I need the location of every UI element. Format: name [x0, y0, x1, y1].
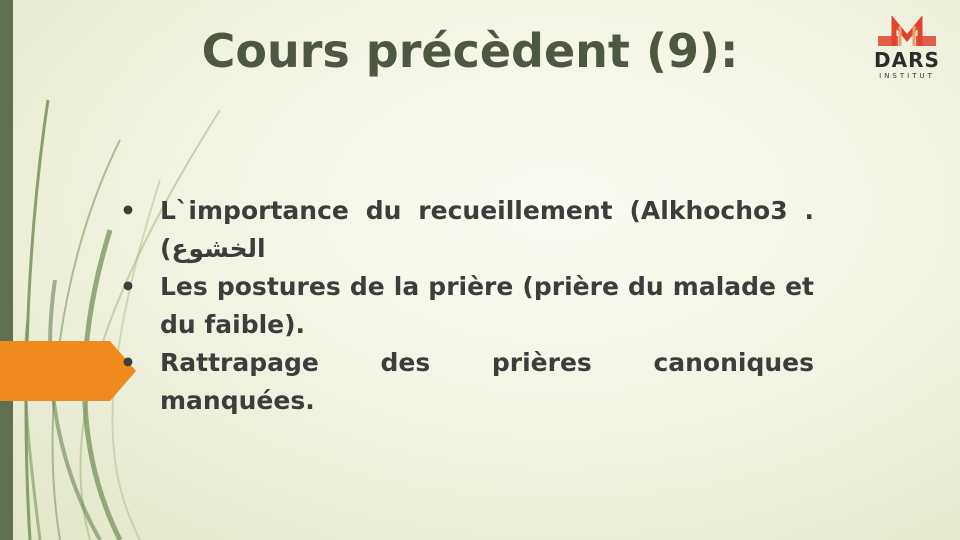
bullet-text: L`importance du recueillement (Alkhocho3… [160, 196, 814, 263]
bullet-text: Rattrapage des prières canoniques manqué… [160, 348, 814, 415]
bullet-item: • Les postures de la prière (prière du m… [120, 268, 814, 344]
orange-tab [0, 341, 136, 401]
bullet-dot: • [120, 272, 136, 301]
bullet-dot: • [120, 348, 136, 377]
bullet-text: Les postures de la prière (prière du mal… [160, 272, 814, 339]
bullet-list: • L`importance du recueillement (Alkhoch… [120, 192, 814, 420]
slide-title: Cours précèdent (9): [201, 24, 739, 78]
bullet-item: • L`importance du recueillement (Alkhoch… [120, 192, 814, 268]
bullet-item: • Rattrapage des prières canoniques manq… [120, 344, 814, 420]
bullet-dot: • [120, 196, 136, 225]
